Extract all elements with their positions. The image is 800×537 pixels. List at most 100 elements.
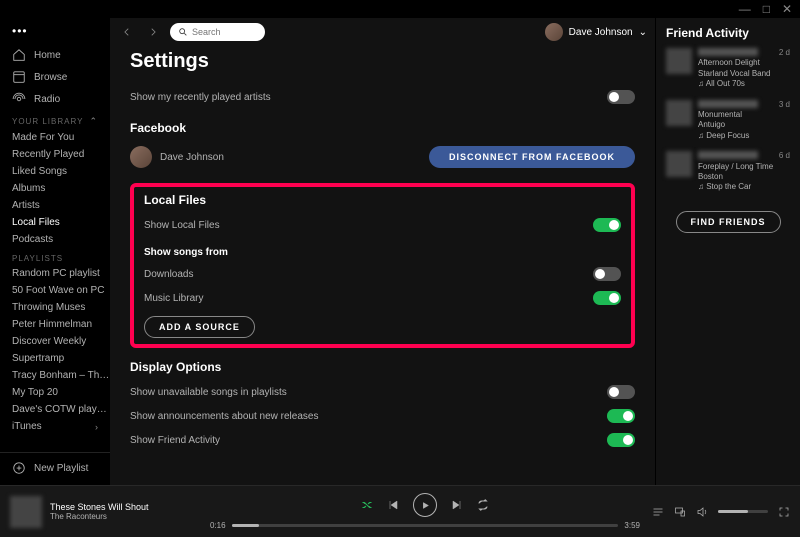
nav-label: Browse	[34, 72, 67, 83]
volume-icon[interactable]	[696, 506, 708, 518]
forward-button[interactable]	[144, 23, 162, 41]
window-minimize[interactable]: —	[739, 2, 751, 16]
playlist-item[interactable]: Discover Weekly	[0, 333, 110, 350]
friend-artist: Starland Vocal Band	[698, 69, 790, 79]
page-title: Settings	[130, 50, 635, 73]
friend-context: ♫ Deep Focus	[698, 131, 790, 141]
music-note-icon: ♫	[698, 182, 704, 191]
playlist-item[interactable]: Random PC playlist	[0, 265, 110, 282]
friend-name	[698, 151, 758, 159]
shuffle-icon[interactable]	[361, 499, 373, 511]
library-item[interactable]: Artists	[0, 197, 110, 214]
music-note-icon: ♫	[698, 79, 704, 88]
menu-dots-icon[interactable]: •••	[12, 24, 28, 38]
devices-icon[interactable]	[674, 506, 686, 518]
repeat-icon[interactable]	[477, 499, 489, 511]
now-playing-artist[interactable]: The Raconteurs	[50, 512, 149, 521]
chevron-down-icon[interactable]: ⌄	[639, 27, 647, 38]
find-friends-button[interactable]: FIND FRIENDS	[676, 211, 781, 233]
nav-home[interactable]: Home	[0, 44, 110, 66]
user-avatar[interactable]	[545, 23, 563, 41]
user-name[interactable]: Dave Johnson	[569, 27, 633, 38]
previous-icon[interactable]	[387, 499, 399, 511]
progress-bar[interactable]	[232, 524, 619, 527]
songs-from-heading: Show songs from	[144, 247, 621, 258]
topbar: Dave Johnson ⌄	[110, 18, 655, 46]
friend-item[interactable]: 2 dAfternoon DelightStarland Vocal Band♫…	[666, 48, 790, 90]
friend-track: Afternoon Delight	[698, 58, 790, 68]
window-close[interactable]: ✕	[782, 2, 792, 16]
toggle-music-library[interactable]	[593, 291, 621, 305]
queue-icon[interactable]	[652, 506, 664, 518]
time-elapsed: 0:16	[210, 521, 226, 530]
home-icon	[12, 48, 26, 62]
display-options-heading: Display Options	[130, 360, 635, 374]
toggle-downloads[interactable]	[593, 267, 621, 281]
playlist-item[interactable]: Dave's COTW play…	[0, 401, 110, 418]
toggle-recently-played[interactable]	[607, 90, 635, 104]
setting-label: Show Local Files	[144, 220, 220, 231]
playlist-item[interactable]: 50 Foot Wave on PC	[0, 282, 110, 299]
library-item[interactable]: Podcasts	[0, 231, 110, 248]
friend-avatar	[666, 100, 692, 126]
player-bar: These Stones Will Shout The Raconteurs 0…	[0, 485, 800, 537]
radio-icon	[12, 92, 26, 106]
play-button[interactable]	[413, 493, 437, 517]
playlist-item[interactable]: Peter Himmelman	[0, 316, 110, 333]
search-input[interactable]	[192, 27, 257, 37]
chevron-right-icon: ›	[95, 422, 98, 432]
library-item[interactable]: Albums	[0, 180, 110, 197]
browse-icon	[12, 70, 26, 84]
nav-browse[interactable]: Browse	[0, 66, 110, 88]
album-art[interactable]	[10, 496, 42, 528]
friend-time: 3 d	[779, 100, 790, 110]
chevron-up-icon[interactable]: ⌃	[89, 116, 98, 127]
window-maximize[interactable]: □	[763, 2, 770, 16]
window-titlebar: — □ ✕	[0, 0, 800, 18]
search-icon	[178, 27, 188, 37]
friend-time: 2 d	[779, 48, 790, 58]
library-header: YOUR LIBRARY⌃	[0, 110, 110, 129]
time-total: 3:59	[624, 521, 640, 530]
volume-bar[interactable]	[718, 510, 768, 513]
setting-label: Downloads	[144, 269, 193, 280]
playlists-header: PLAYLISTS	[0, 248, 110, 265]
friend-avatar	[666, 151, 692, 177]
search-box[interactable]	[170, 23, 265, 41]
library-item[interactable]: Liked Songs	[0, 163, 110, 180]
nav-radio[interactable]: Radio	[0, 88, 110, 110]
library-item[interactable]: Made For You	[0, 129, 110, 146]
toggle-show-local-files[interactable]	[593, 218, 621, 232]
friend-activity-title: Friend Activity	[666, 26, 790, 40]
library-item[interactable]: Recently Played	[0, 146, 110, 163]
setting-label: Show unavailable songs in playlists	[130, 387, 287, 398]
facebook-name: Dave Johnson	[160, 152, 421, 163]
friend-item[interactable]: 6 dForeplay / Long TimeBoston♫ Stop the …	[666, 151, 790, 193]
nav-label: Radio	[34, 94, 60, 105]
add-source-button[interactable]: ADD A SOURCE	[144, 316, 255, 338]
friend-name	[698, 100, 758, 108]
toggle-unavailable[interactable]	[607, 385, 635, 399]
friend-context: ♫ Stop the Car	[698, 182, 790, 192]
toggle-friend-activity[interactable]	[607, 433, 635, 447]
toggle-announcements[interactable]	[607, 409, 635, 423]
playlist-item[interactable]: Throwing Muses	[0, 299, 110, 316]
nav-label: Home	[34, 50, 61, 61]
new-playlist-button[interactable]: New Playlist	[0, 457, 110, 479]
playlist-item[interactable]: iTunes›	[0, 418, 110, 435]
disconnect-facebook-button[interactable]: DISCONNECT FROM FACEBOOK	[429, 146, 635, 168]
library-item[interactable]: Local Files	[0, 214, 110, 231]
friend-item[interactable]: 3 dMonumentalAntuigo♫ Deep Focus	[666, 100, 790, 142]
now-playing-track[interactable]: These Stones Will Shout	[50, 502, 149, 512]
next-icon[interactable]	[451, 499, 463, 511]
playlist-item[interactable]: My Top 20	[0, 384, 110, 401]
friend-context: ♫ All Out 70s	[698, 79, 790, 89]
back-button[interactable]	[118, 23, 136, 41]
friend-time: 6 d	[779, 151, 790, 161]
setting-label: Show Friend Activity	[130, 435, 220, 446]
playlist-item[interactable]: Tracy Bonham – Th…	[0, 367, 110, 384]
fullscreen-icon[interactable]	[778, 506, 790, 518]
friend-artist: Boston	[698, 172, 790, 182]
playlist-item[interactable]: Supertramp	[0, 350, 110, 367]
new-playlist-label: New Playlist	[34, 463, 88, 474]
